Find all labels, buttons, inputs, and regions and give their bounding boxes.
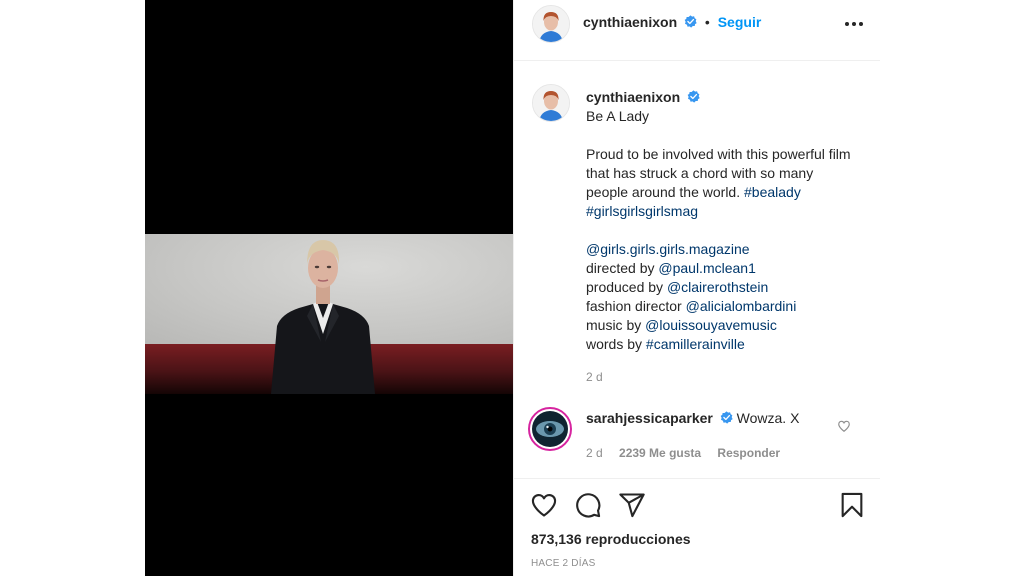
credit-line: produced by @clairerothstein	[586, 278, 856, 297]
credit-line: music by @louissouyavemusic	[586, 316, 856, 335]
commenter-username[interactable]: sarahjessicaparker	[586, 410, 713, 426]
credit-prefix: words by	[586, 336, 643, 352]
credit-line: directed by @paul.mclean1	[586, 259, 856, 278]
credit-prefix: directed by	[586, 260, 655, 276]
bookmark-icon[interactable]	[838, 491, 866, 519]
author-username[interactable]: cynthiaenixon	[583, 14, 677, 30]
view-count[interactable]: 873,136 reproducciones	[531, 531, 691, 547]
comment-icon[interactable]	[574, 491, 602, 519]
caption-timestamp[interactable]: 2 d	[586, 368, 856, 387]
verified-badge-icon	[687, 90, 700, 103]
hashtag-link[interactable]: #bealady	[744, 184, 801, 200]
credit-prefix: fashion director	[586, 298, 682, 314]
share-icon[interactable]	[618, 491, 646, 519]
reply-button[interactable]: Responder	[717, 446, 780, 460]
credit-line: words by #camillerainville	[586, 335, 856, 354]
video-frame[interactable]	[145, 234, 513, 394]
author-avatar[interactable]	[532, 5, 570, 43]
verified-badge-icon	[684, 15, 697, 28]
caption-username[interactable]: cynthiaenixon	[586, 89, 680, 105]
more-options-icon[interactable]	[842, 12, 866, 36]
comment-like-heart-icon[interactable]	[837, 419, 851, 433]
mention-link[interactable]: @louissouyavemusic	[645, 317, 777, 333]
comment-meta: 2 d 2239 Me gusta Responder	[586, 446, 793, 460]
hashtag-link[interactable]: #girlsgirlsgirlsmag	[586, 203, 698, 219]
header-separator: •	[704, 14, 710, 30]
comment-text: Wowza. X	[736, 410, 800, 426]
post-date[interactable]: HACE 2 DÍAS	[531, 558, 595, 569]
comment-item: sarahjessicaparker Wowza. X	[586, 410, 846, 426]
header-user-line: cynthiaenixon • Seguir	[583, 14, 761, 30]
video-subject	[271, 240, 375, 394]
credit-prefix: produced by	[586, 279, 664, 295]
caption-avatar[interactable]	[532, 84, 570, 122]
post-header: cynthiaenixon • Seguir	[514, 0, 880, 61]
heart-icon[interactable]	[530, 491, 558, 519]
verified-badge-icon	[720, 411, 733, 424]
hashtag-link[interactable]: #camillerainville	[646, 336, 745, 352]
credit-line: fashion director @alicialombardini	[586, 297, 856, 316]
comment-likes[interactable]: 2239 Me gusta	[619, 446, 701, 460]
post-media[interactable]	[145, 0, 513, 576]
comment-timestamp[interactable]: 2 d	[586, 446, 603, 460]
mention-link[interactable]: @clairerothstein	[667, 279, 768, 295]
follow-button[interactable]: Seguir	[718, 14, 762, 30]
caption-avatar-image	[533, 85, 569, 121]
caption-body: Proud to be involved with this powerful …	[586, 146, 851, 200]
caption-title: Be A Lady	[586, 108, 650, 124]
post-actions-section: 873,136 reproducciones HACE 2 DÍAS	[514, 478, 880, 577]
commenter-avatar-image	[532, 411, 568, 447]
mention-link[interactable]: @alicialombardini	[686, 298, 797, 314]
mention-link[interactable]: @girls.girls.girls.magazine	[586, 241, 750, 257]
commenter-avatar[interactable]	[528, 407, 572, 451]
post-caption: cynthiaenixon Be A Lady Proud to be invo…	[586, 88, 856, 387]
post-details-panel: cynthiaenixon • Seguir cynthiaenixon Be …	[513, 0, 880, 576]
credit-prefix: music by	[586, 317, 642, 333]
mention-link[interactable]: @paul.mclean1	[658, 260, 756, 276]
author-avatar-image	[533, 6, 569, 42]
